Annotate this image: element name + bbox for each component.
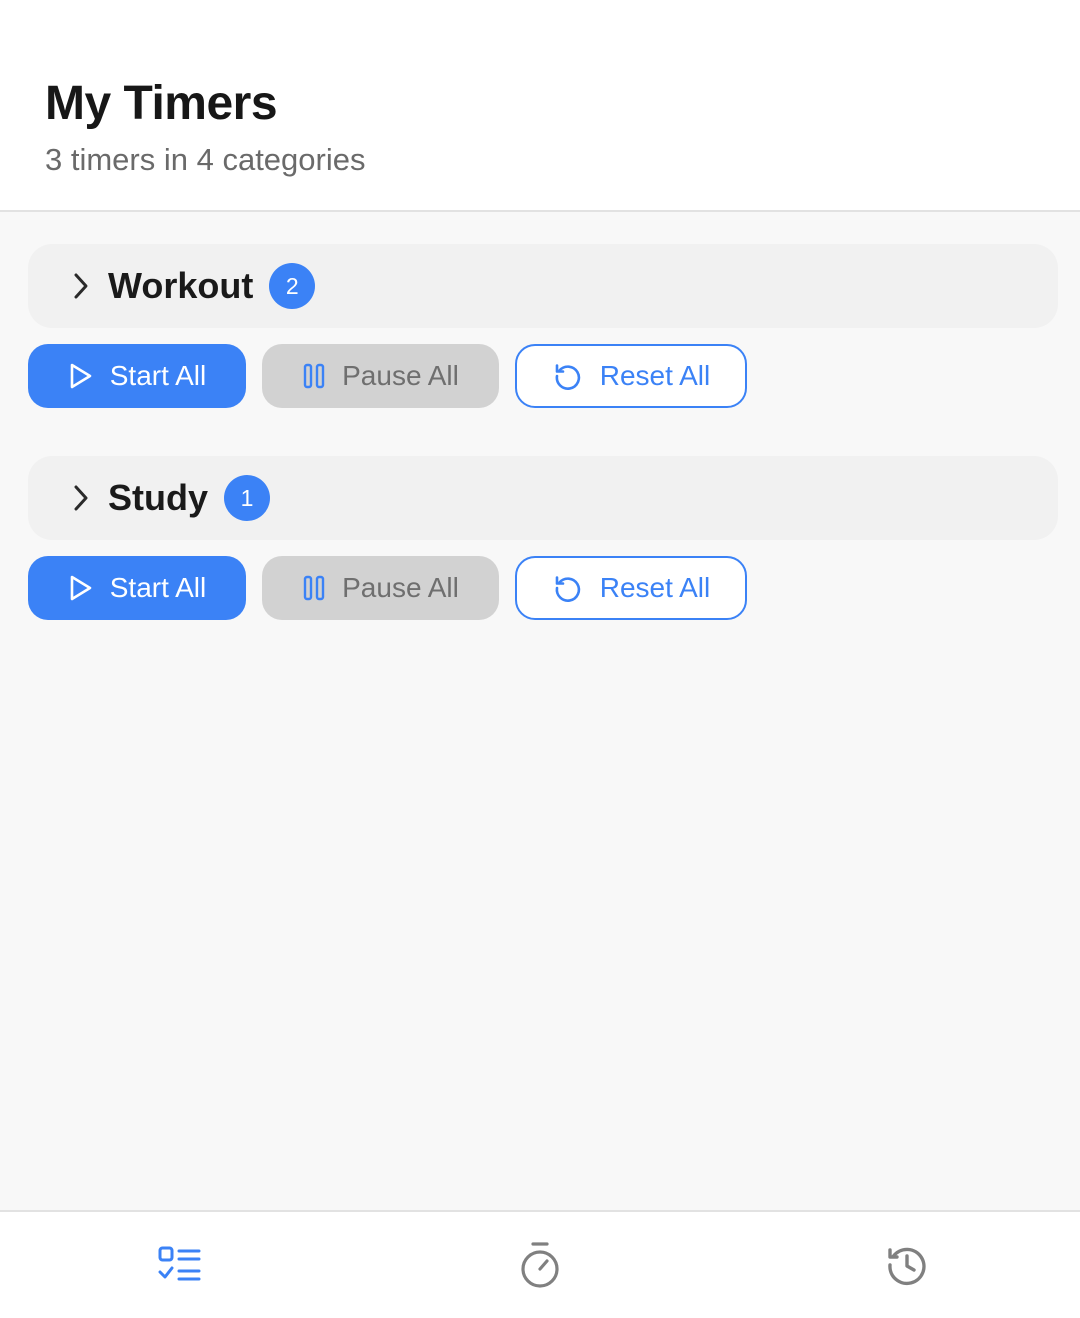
pause-icon xyxy=(303,575,325,601)
play-icon xyxy=(70,363,92,389)
reset-icon xyxy=(555,364,580,390)
start-all-label: Start All xyxy=(109,360,207,391)
reset-icon xyxy=(555,576,580,602)
reset-all-label: Reset All xyxy=(599,360,711,391)
page-subtitle: 3 timers in 4 categories xyxy=(45,142,366,177)
bottom-tab-bar xyxy=(0,1210,1080,1318)
category-count-badge: 2 xyxy=(269,263,316,309)
reset-all-button[interactable]: Reset All xyxy=(515,556,747,620)
pause-all-label: Pause All xyxy=(342,360,459,391)
stopwatch-icon xyxy=(521,1242,559,1288)
category-header-workout[interactable]: Workout 2 xyxy=(28,244,1058,328)
pause-all-button[interactable]: Pause All xyxy=(262,344,499,408)
pause-all-button[interactable]: Pause All xyxy=(262,556,499,620)
play-icon xyxy=(70,575,92,601)
tab-history[interactable] xyxy=(727,1212,1080,1318)
history-icon xyxy=(888,1247,926,1286)
start-all-button[interactable]: Start All xyxy=(28,344,246,408)
chevron-right-icon xyxy=(68,271,94,301)
timers-screen: My Timers 3 timers in 4 categories Worko… xyxy=(0,0,1080,1318)
start-all-label: Start All xyxy=(109,572,207,603)
chevron-right-icon xyxy=(68,483,94,513)
tab-stopwatch[interactable] xyxy=(360,1212,720,1318)
category-header-study[interactable]: Study 1 xyxy=(28,456,1058,540)
reset-all-label: Reset All xyxy=(599,572,711,603)
category-count-badge: 1 xyxy=(224,475,271,521)
start-all-button[interactable]: Start All xyxy=(28,556,246,620)
tab-timers[interactable] xyxy=(0,1212,360,1318)
category-name: Study xyxy=(108,477,209,518)
pause-all-label: Pause All xyxy=(342,572,459,603)
reset-all-button[interactable]: Reset All xyxy=(515,344,747,408)
header: My Timers 3 timers in 4 categories xyxy=(0,0,1080,212)
category-name: Workout xyxy=(108,265,254,306)
timer-list-icon xyxy=(158,1246,201,1281)
pause-icon xyxy=(303,363,325,389)
page-title: My Timers xyxy=(45,77,278,130)
